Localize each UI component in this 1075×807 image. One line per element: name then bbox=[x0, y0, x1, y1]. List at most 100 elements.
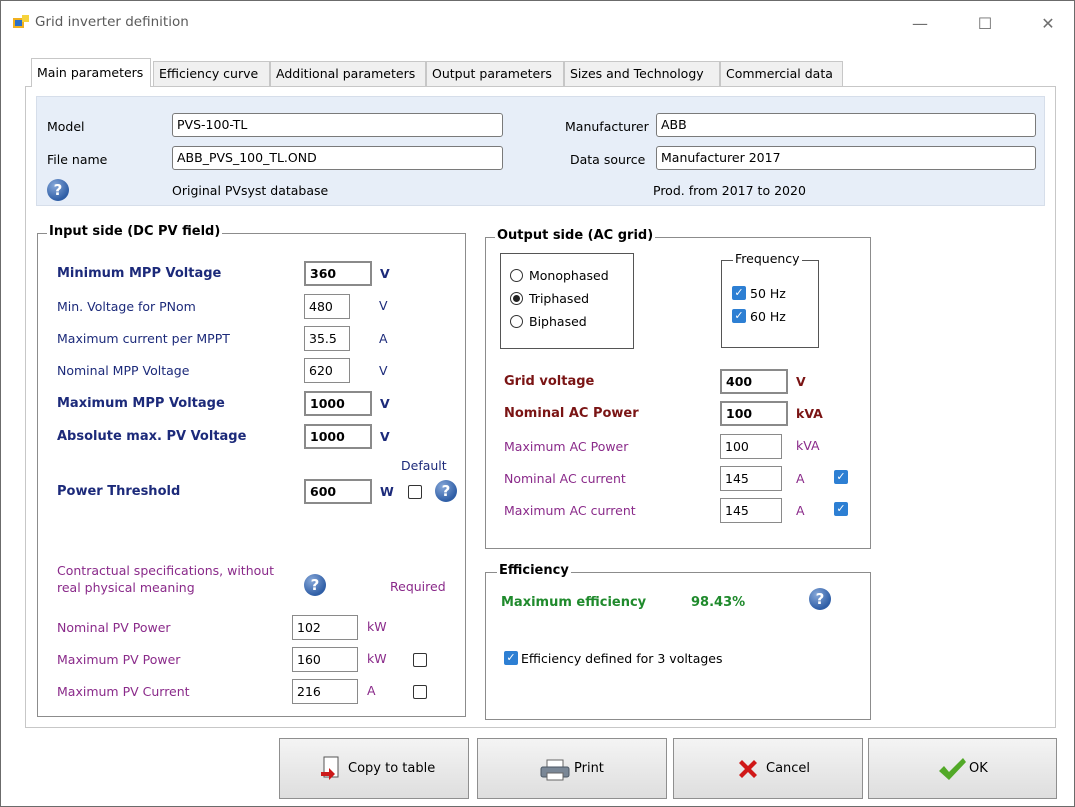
max-ac-current-unit: A bbox=[796, 503, 805, 518]
max-efficiency-value: 98.43% bbox=[691, 595, 746, 610]
filename-label: File name bbox=[47, 152, 108, 167]
freq-50hz-label: 50 Hz bbox=[750, 286, 786, 301]
efficiency-title: Efficiency bbox=[497, 563, 571, 578]
default-threshold-checkbox[interactable] bbox=[408, 485, 422, 499]
nominal-pv-power-input[interactable]: 102 bbox=[292, 615, 358, 640]
nominal-ac-power-unit: kVA bbox=[796, 406, 823, 421]
contract-note: Contractual specifications, without real… bbox=[57, 563, 275, 595]
ok-label: OK bbox=[969, 761, 988, 776]
triphased-label: Triphased bbox=[529, 291, 590, 306]
max-current-mppt-unit: A bbox=[379, 331, 388, 346]
max-pv-current-required-checkbox[interactable] bbox=[413, 685, 427, 699]
abs-max-pv-voltage-unit: V bbox=[380, 429, 390, 444]
grid-voltage-input[interactable]: 400 bbox=[720, 369, 788, 394]
help-icon[interactable]: ? bbox=[304, 574, 326, 596]
freq-60hz-checkbox[interactable]: ✓ bbox=[732, 309, 746, 323]
tab-additional-parameters[interactable]: Additional parameters bbox=[270, 61, 426, 86]
power-threshold-unit: W bbox=[380, 484, 394, 499]
max-mpp-voltage-unit: V bbox=[380, 396, 390, 411]
filename-input[interactable]: ABB_PVS_100_TL.OND bbox=[172, 146, 503, 170]
model-label: Model bbox=[47, 119, 85, 134]
manufacturer-input[interactable]: ABB bbox=[656, 113, 1036, 137]
nominal-ac-power-label: Nominal AC Power bbox=[504, 406, 639, 421]
ok-button[interactable]: OK bbox=[868, 738, 1057, 799]
max-ac-power-label: Maximum AC Power bbox=[504, 439, 629, 454]
copy-label: Copy to table bbox=[348, 761, 436, 776]
min-voltage-pnom-unit: V bbox=[379, 298, 388, 313]
help-icon[interactable]: ? bbox=[809, 588, 831, 610]
copy-icon bbox=[321, 756, 339, 780]
max-efficiency-label: Maximum efficiency bbox=[501, 595, 647, 610]
max-pv-current-unit: A bbox=[367, 683, 376, 698]
cancel-label: Cancel bbox=[766, 761, 811, 776]
tab-output-parameters[interactable]: Output parameters bbox=[426, 61, 564, 86]
maximize-button[interactable]: ☐ bbox=[965, 10, 1005, 38]
max-pv-power-input[interactable]: 160 bbox=[292, 647, 358, 672]
copy-to-table-button[interactable]: Copy to table bbox=[279, 738, 469, 799]
default-label: Default bbox=[401, 458, 447, 473]
checkmark-icon bbox=[939, 758, 966, 780]
nominal-ac-power-input[interactable]: 100 bbox=[720, 401, 788, 426]
nominal-mpp-voltage-unit: V bbox=[379, 363, 388, 378]
nominal-ac-current-input[interactable]: 145 bbox=[720, 466, 782, 491]
biphased-radio[interactable] bbox=[510, 315, 523, 328]
triphased-radio[interactable] bbox=[510, 292, 523, 305]
tab-sizes-technology[interactable]: Sizes and Technology bbox=[564, 61, 720, 86]
grid-voltage-label: Grid voltage bbox=[504, 374, 595, 389]
min-voltage-pnom-input[interactable]: 480 bbox=[304, 294, 350, 319]
min-mpp-voltage-unit: V bbox=[380, 266, 390, 281]
power-threshold-input[interactable]: 600 bbox=[304, 479, 372, 504]
output-side-title: Output side (AC grid) bbox=[495, 228, 656, 243]
monophased-radio[interactable] bbox=[510, 269, 523, 282]
nominal-mpp-voltage-input[interactable]: 620 bbox=[304, 358, 350, 383]
max-current-mppt-input[interactable]: 35.5 bbox=[304, 326, 350, 351]
nominal-pv-power-unit: kW bbox=[367, 619, 387, 634]
database-note: Original PVsyst database bbox=[172, 183, 329, 198]
grid-voltage-unit: V bbox=[796, 374, 806, 389]
freq-60hz-label: 60 Hz bbox=[750, 309, 786, 324]
cancel-button[interactable]: Cancel bbox=[673, 738, 863, 799]
monophased-label: Monophased bbox=[529, 268, 609, 283]
tab-commercial-data[interactable]: Commercial data bbox=[720, 61, 843, 86]
app-icon bbox=[13, 15, 29, 28]
minimize-button[interactable]: — bbox=[900, 10, 940, 38]
frequency-title: Frequency bbox=[733, 251, 802, 266]
inverter-dialog: Grid inverter definition — ☐ ✕ Main para… bbox=[0, 0, 1075, 807]
max-ac-current-checkbox[interactable]: ✓ bbox=[834, 502, 848, 516]
max-ac-power-input[interactable]: 100 bbox=[720, 434, 782, 459]
max-ac-power-unit: kVA bbox=[796, 438, 820, 453]
max-pv-power-required-checkbox[interactable] bbox=[413, 653, 427, 667]
cancel-x-icon bbox=[739, 760, 757, 778]
abs-max-pv-voltage-input[interactable]: 1000 bbox=[304, 424, 372, 449]
printer-icon bbox=[540, 759, 570, 781]
min-mpp-voltage-input[interactable]: 360 bbox=[304, 261, 372, 286]
efficiency-3-voltages-checkbox[interactable]: ✓ bbox=[504, 651, 518, 665]
close-button[interactable]: ✕ bbox=[1028, 10, 1068, 38]
nominal-ac-current-checkbox[interactable]: ✓ bbox=[834, 470, 848, 484]
max-ac-current-label: Maximum AC current bbox=[504, 503, 636, 518]
freq-50hz-checkbox[interactable]: ✓ bbox=[732, 286, 746, 300]
print-button[interactable]: Print bbox=[477, 738, 667, 799]
max-pv-power-label: Maximum PV Power bbox=[57, 652, 181, 667]
title-bar: Grid inverter definition — ☐ ✕ bbox=[1, 1, 1074, 45]
tab-main-parameters[interactable]: Main parameters bbox=[31, 58, 151, 87]
production-note: Prod. from 2017 to 2020 bbox=[653, 183, 806, 198]
efficiency-3-voltages-label: Efficiency defined for 3 voltages bbox=[521, 651, 723, 666]
max-mpp-voltage-input[interactable]: 1000 bbox=[304, 391, 372, 416]
max-current-mppt-label: Maximum current per MPPT bbox=[57, 331, 230, 346]
model-input[interactable]: PVS-100-TL bbox=[172, 113, 503, 137]
power-threshold-label: Power Threshold bbox=[57, 484, 181, 499]
input-side-title: Input side (DC PV field) bbox=[47, 224, 223, 239]
max-pv-power-unit: kW bbox=[367, 651, 387, 666]
help-icon[interactable]: ? bbox=[47, 179, 69, 201]
min-mpp-voltage-label: Minimum MPP Voltage bbox=[57, 266, 222, 281]
max-pv-current-label: Maximum PV Current bbox=[57, 684, 190, 699]
datasource-input[interactable]: Manufacturer 2017 bbox=[656, 146, 1036, 170]
required-label: Required bbox=[390, 579, 446, 594]
tab-efficiency-curve[interactable]: Efficiency curve bbox=[153, 61, 270, 86]
max-ac-current-input[interactable]: 145 bbox=[720, 498, 782, 523]
max-pv-current-input[interactable]: 216 bbox=[292, 679, 358, 704]
help-icon[interactable]: ? bbox=[435, 480, 457, 502]
nominal-ac-current-label: Nominal AC current bbox=[504, 471, 626, 486]
print-label: Print bbox=[574, 761, 604, 776]
